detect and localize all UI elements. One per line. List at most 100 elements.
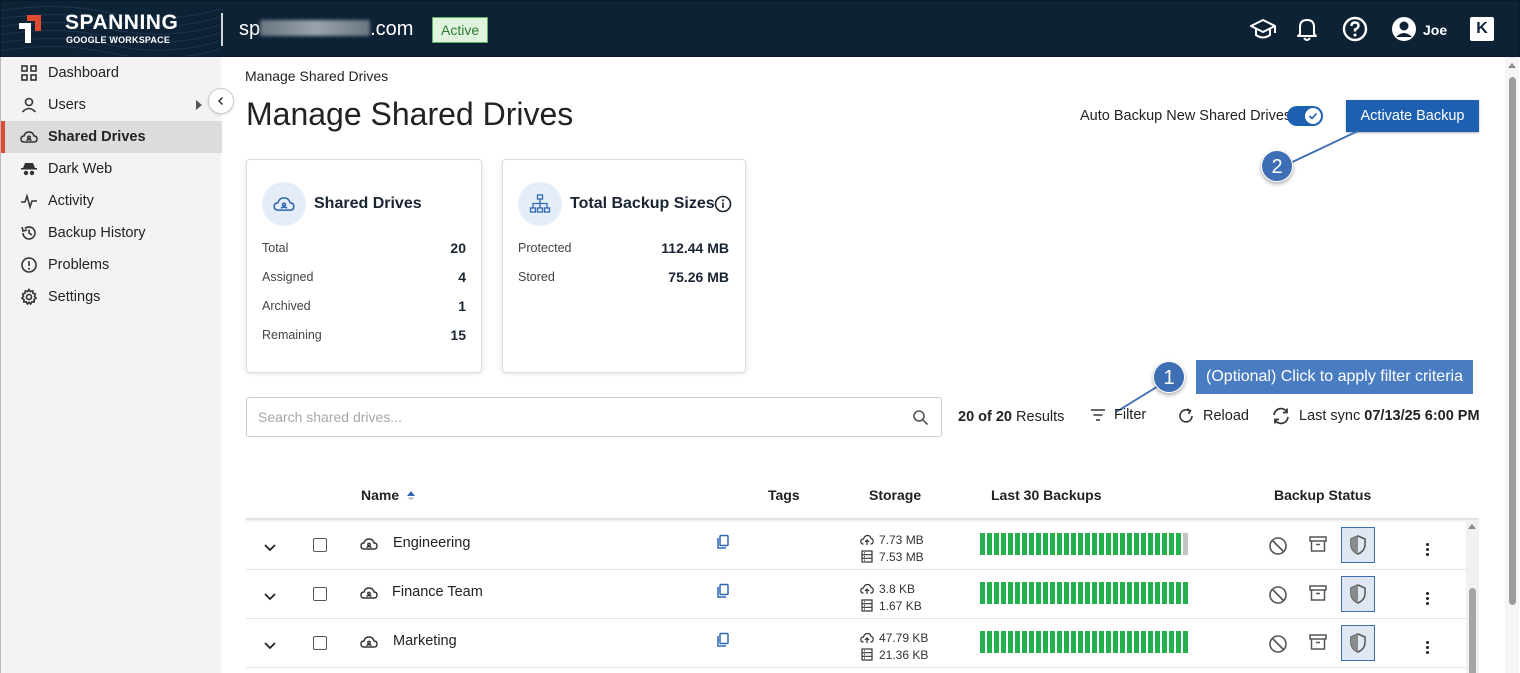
backup-success-bar[interactable] [1078,631,1083,653]
backup-success-bar[interactable] [994,533,999,555]
backup-success-bar[interactable] [1169,533,1174,555]
backup-success-bar[interactable] [1078,533,1083,555]
sort-ascending-icon[interactable] [406,490,416,500]
drive-name[interactable]: Marketing [393,633,457,649]
backup-success-bar[interactable] [1162,631,1167,653]
sidebar-item-dark-web[interactable]: Dark Web [1,153,222,185]
backup-success-bar[interactable] [1155,631,1160,653]
backup-success-bar[interactable] [1106,582,1111,604]
sidebar-item-shared-drives[interactable]: Shared Drives [1,121,222,153]
scroll-up-arrow-icon[interactable] [1468,524,1476,529]
row-actions-menu-icon[interactable] [1426,592,1430,607]
drive-name[interactable]: Finance Team [392,584,483,600]
backup-success-bar[interactable] [1064,631,1069,653]
backup-success-bar[interactable] [1064,582,1069,604]
backup-success-bar[interactable] [1015,582,1020,604]
backup-success-bar[interactable] [1043,631,1048,653]
backup-missing-bar[interactable] [1183,533,1188,555]
backup-success-bar[interactable] [1085,533,1090,555]
info-icon[interactable] [714,195,732,213]
backup-success-bar[interactable] [1057,631,1062,653]
backup-success-bar[interactable] [1043,582,1048,604]
backup-success-bar[interactable] [1120,533,1125,555]
backup-success-bar[interactable] [1064,533,1069,555]
chevron-down-icon[interactable] [262,539,278,555]
backup-success-bar[interactable] [994,582,999,604]
filter-button[interactable]: Filter [1090,407,1146,423]
archive-icon[interactable] [1308,534,1328,554]
sidebar-item-settings[interactable]: Settings [1,281,222,313]
reload-button[interactable]: Reload [1177,407,1249,425]
backup-success-bar[interactable] [1148,631,1153,653]
expand-arrow-icon[interactable] [196,100,202,110]
copy-icon[interactable] [716,632,730,648]
disable-backup-icon[interactable] [1268,634,1288,654]
page-scrollbar[interactable] [1505,57,1519,673]
backup-success-bar[interactable] [1176,582,1181,604]
row-actions-menu-icon[interactable] [1426,641,1430,656]
search-input[interactable] [247,398,887,436]
backup-success-bar[interactable] [1148,582,1153,604]
backup-success-bar[interactable] [1134,533,1139,555]
backup-protection-button[interactable] [1341,625,1375,661]
backup-success-bar[interactable] [1120,631,1125,653]
sidebar-item-problems[interactable]: Problems [1,249,222,281]
table-scroll-thumb[interactable] [1469,588,1476,673]
backup-success-bar[interactable] [1120,582,1125,604]
backup-success-bar[interactable] [1106,631,1111,653]
backup-success-bar[interactable] [1106,533,1111,555]
help-icon[interactable] [1341,15,1369,43]
backup-success-bar[interactable] [1008,582,1013,604]
row-checkbox[interactable] [313,587,327,601]
backup-success-bar[interactable] [1141,631,1146,653]
backup-success-bar[interactable] [1036,631,1041,653]
backup-success-bar[interactable] [1155,582,1160,604]
backup-success-bar[interactable] [1029,631,1034,653]
backup-protection-button[interactable] [1341,576,1375,612]
backup-success-bar[interactable] [1141,582,1146,604]
backup-success-bar[interactable] [1050,533,1055,555]
backup-success-bar[interactable] [1043,533,1048,555]
sidebar-item-activity[interactable]: Activity [1,185,222,217]
backup-success-bar[interactable] [1155,533,1160,555]
kaseya-logo-icon[interactable]: K [1470,17,1494,41]
disable-backup-icon[interactable] [1268,585,1288,605]
backup-success-bar[interactable] [1162,582,1167,604]
backup-success-bar[interactable] [1169,631,1174,653]
backup-success-bar[interactable] [1057,533,1062,555]
sidebar-item-users[interactable]: Users [1,89,222,121]
disable-backup-icon[interactable] [1268,536,1288,556]
backup-success-bar[interactable] [1008,533,1013,555]
backup-success-bar[interactable] [1029,533,1034,555]
backup-success-bar[interactable] [987,582,992,604]
backup-success-bar[interactable] [1015,533,1020,555]
backup-success-bar[interactable] [1113,582,1118,604]
backup-success-bar[interactable] [1015,631,1020,653]
backup-success-bar[interactable] [1071,631,1076,653]
graduation-cap-icon[interactable] [1249,15,1277,43]
scroll-up-arrow-icon[interactable] [1508,63,1516,68]
backup-success-bar[interactable] [1099,631,1104,653]
backup-protection-button[interactable] [1341,527,1375,563]
avatar[interactable] [1390,15,1418,43]
backup-success-bar[interactable] [1162,533,1167,555]
backup-success-bar[interactable] [1078,582,1083,604]
backup-success-bar[interactable] [1134,631,1139,653]
backup-success-bar[interactable] [1050,631,1055,653]
bell-icon[interactable] [1293,15,1321,43]
backup-success-bar[interactable] [1001,533,1006,555]
copy-icon[interactable] [716,583,730,599]
backup-success-bar[interactable] [1008,631,1013,653]
backup-success-bar[interactable] [1085,582,1090,604]
backup-success-bar[interactable] [1071,582,1076,604]
row-checkbox[interactable] [313,636,327,650]
user-name[interactable]: Joe [1423,22,1447,38]
backup-success-bar[interactable] [1148,533,1153,555]
backup-success-bar[interactable] [987,533,992,555]
backup-success-bar[interactable] [1099,582,1104,604]
backup-success-bar[interactable] [1127,533,1132,555]
drive-name[interactable]: Engineering [393,535,470,551]
backup-success-bar[interactable] [1050,582,1055,604]
backup-success-bar[interactable] [994,631,999,653]
backup-success-bar[interactable] [1113,631,1118,653]
